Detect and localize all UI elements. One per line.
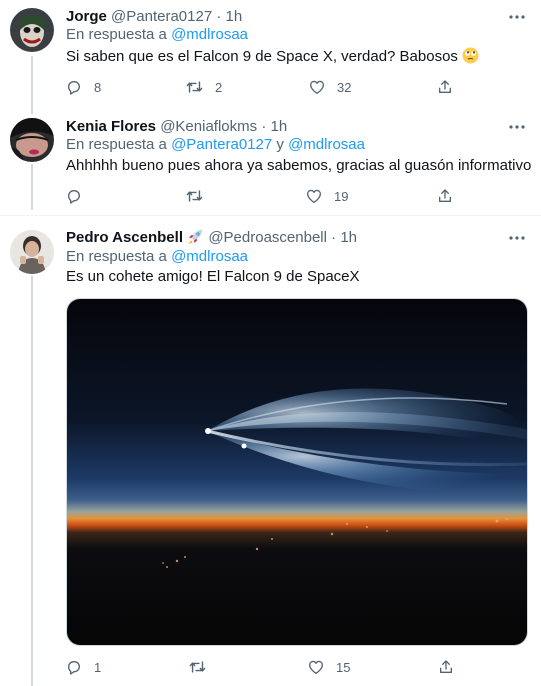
tweet-text: Ahhhhh bueno pues ahora ya sabemos, grac… bbox=[66, 156, 531, 176]
tweet-header: Jorge @Pantera0127 · 1h bbox=[66, 7, 242, 27]
like-icon bbox=[309, 79, 325, 95]
reply-mention[interactable]: @mdlrosaa bbox=[288, 136, 365, 153]
reply-context: En respuesta a @Pantera0127 y @mdlrosaa bbox=[66, 135, 365, 155]
like-button[interactable]: 15 bbox=[308, 657, 350, 677]
rocket-icon bbox=[187, 228, 204, 245]
author-handle[interactable]: @Pantera0127 bbox=[111, 8, 212, 25]
reply-count: 1 bbox=[94, 659, 102, 675]
face-with-rolling-eyes-icon bbox=[462, 47, 479, 64]
night-sky-rocket-plume-photo bbox=[67, 299, 527, 645]
reply-icon bbox=[66, 659, 82, 675]
tweet-text-content: Si saben que es el Falcon 9 de Space X, … bbox=[66, 48, 458, 65]
reply-mention[interactable]: @mdlrosaa bbox=[171, 248, 248, 265]
retweet-icon bbox=[186, 188, 203, 204]
timestamp[interactable]: 1h bbox=[270, 118, 287, 135]
timestamp[interactable]: 1h bbox=[340, 229, 357, 246]
reply-prefix: En respuesta a bbox=[66, 26, 167, 43]
tweet-text-content: Ahhhhh bueno pues ahora ya sabemos, grac… bbox=[66, 157, 532, 174]
reply-mention[interactable]: @mdlrosaa bbox=[171, 26, 248, 43]
tweet-header: Kenia Flores @Keniaflokms · 1h bbox=[66, 117, 287, 137]
tweet-jorge[interactable]: Jorge @Pantera0127 · 1h En respuesta a @… bbox=[0, 0, 541, 110]
reply-mention[interactable]: @Pantera0127 bbox=[171, 136, 272, 153]
reply-prefix: En respuesta a bbox=[66, 136, 167, 153]
author-name[interactable]: Kenia Flores bbox=[66, 118, 156, 135]
like-count: 32 bbox=[337, 79, 352, 95]
reply-button[interactable] bbox=[66, 186, 82, 206]
separator-dot: · bbox=[261, 118, 267, 135]
more-icon[interactable] bbox=[507, 7, 527, 27]
share-button[interactable] bbox=[437, 186, 453, 206]
share-button[interactable] bbox=[437, 77, 453, 97]
like-button[interactable]: 19 bbox=[306, 186, 348, 206]
like-count: 15 bbox=[336, 659, 351, 675]
avatar[interactable] bbox=[10, 230, 54, 274]
tweet-actions: 1 15 bbox=[66, 657, 466, 677]
avatar[interactable] bbox=[10, 118, 54, 162]
like-icon bbox=[306, 188, 322, 204]
author-handle[interactable]: @Keniaflokms bbox=[160, 118, 257, 135]
tweet-text: Si saben que es el Falcon 9 de Space X, … bbox=[66, 47, 479, 67]
retweet-button[interactable] bbox=[189, 657, 206, 677]
separator-dot: · bbox=[216, 8, 222, 25]
reply-joiner: y bbox=[276, 136, 284, 153]
tweet-header: Pedro Ascenbell @Pedroascenbell · 1h bbox=[66, 228, 357, 248]
author-name[interactable]: Pedro Ascenbell bbox=[66, 229, 183, 246]
like-icon bbox=[308, 659, 324, 675]
tweet-actions: 8 2 32 bbox=[66, 77, 466, 97]
tweet-text: Es un cohete amigo! El Falcon 9 de Space… bbox=[66, 267, 360, 287]
like-button[interactable]: 32 bbox=[309, 77, 351, 97]
retweet-icon bbox=[186, 79, 203, 95]
avatar[interactable] bbox=[10, 8, 54, 52]
tweet-text-content: Es un cohete amigo! El Falcon 9 de Space… bbox=[66, 268, 360, 285]
timestamp[interactable]: 1h bbox=[226, 8, 243, 25]
retweet-button[interactable]: 2 bbox=[186, 77, 222, 97]
reply-icon bbox=[66, 188, 82, 204]
share-icon bbox=[437, 188, 453, 204]
reply-button[interactable]: 8 bbox=[66, 77, 101, 97]
reply-icon bbox=[66, 79, 82, 95]
like-count: 19 bbox=[334, 188, 349, 204]
reply-context: En respuesta a @mdlrosaa bbox=[66, 25, 248, 45]
reply-prefix: En respuesta a bbox=[66, 248, 167, 265]
share-button[interactable] bbox=[438, 657, 454, 677]
retweet-count: 2 bbox=[215, 79, 223, 95]
author-name[interactable]: Jorge bbox=[66, 8, 107, 25]
reply-context: En respuesta a @mdlrosaa bbox=[66, 247, 248, 267]
separator-dot: · bbox=[331, 229, 337, 246]
tweet-kenia[interactable]: Kenia Flores @Keniaflokms · 1h En respue… bbox=[0, 110, 541, 215]
share-icon bbox=[437, 79, 453, 95]
more-icon[interactable] bbox=[507, 117, 527, 137]
tweet-actions: 19 bbox=[66, 186, 466, 206]
reply-button[interactable]: 1 bbox=[66, 657, 101, 677]
author-handle[interactable]: @Pedroascenbell bbox=[208, 229, 327, 246]
reply-count: 8 bbox=[94, 79, 102, 95]
more-icon[interactable] bbox=[507, 228, 527, 248]
retweet-button[interactable] bbox=[186, 186, 203, 206]
share-icon bbox=[438, 659, 454, 675]
tweet-media-photo[interactable] bbox=[66, 298, 528, 646]
retweet-icon bbox=[189, 659, 206, 675]
